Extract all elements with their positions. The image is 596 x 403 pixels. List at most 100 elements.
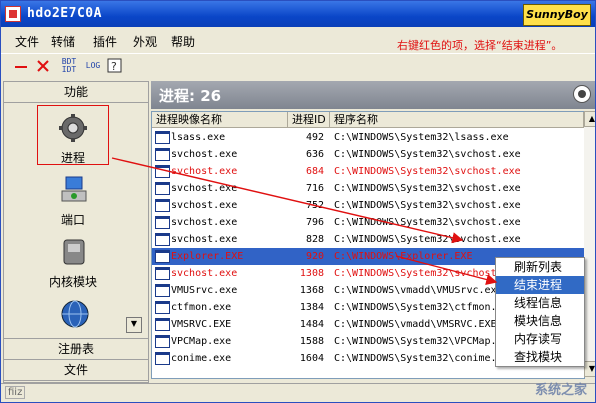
process-icon xyxy=(155,182,170,195)
process-name: svchost.exe xyxy=(171,200,238,211)
function-header: 功能 xyxy=(4,82,148,103)
ctx-module-info[interactable]: 模块信息 xyxy=(496,312,584,330)
process-name: svchost.exe xyxy=(171,166,238,177)
process-icon xyxy=(155,267,170,280)
process-id: 716 xyxy=(305,183,324,194)
process-path: C:\WINDOWS\System32\conime.exe xyxy=(334,353,515,364)
process-path: C:\WINDOWS\System32\lsass.exe xyxy=(334,132,509,143)
process-icon xyxy=(155,131,170,144)
table-row[interactable]: svchost.exe 636 C:\WINDOWS\System32\svchos… xyxy=(152,146,584,163)
process-name: VMSRVC.EXE xyxy=(171,319,232,330)
minimize-icon[interactable] xyxy=(13,58,29,76)
ctx-find-module[interactable]: 查找模块 xyxy=(496,348,584,366)
chip-icon xyxy=(63,239,85,265)
process-id: 796 xyxy=(305,217,324,228)
process-name: lsass.exe xyxy=(171,132,226,143)
process-id: 1368 xyxy=(299,285,324,296)
process-icon xyxy=(155,352,170,365)
process-name: svchost.exe xyxy=(171,268,238,279)
process-id: 636 xyxy=(305,149,324,160)
scroll-down-icon[interactable]: ▼ xyxy=(584,361,595,377)
process-path: C:\WINDOWS\System32\svchost.exe xyxy=(334,217,521,228)
vertical-scrollbar[interactable]: ▲ ▼ xyxy=(584,111,595,377)
table-row[interactable]: lsass.exe 492 C:\WINDOWS\System32\lsass.ex… xyxy=(152,129,584,146)
col-program[interactable]: 程序名称 xyxy=(330,112,584,128)
app-icon xyxy=(5,6,21,22)
process-id: 684 xyxy=(305,166,324,177)
instruction-hint: 右键红色的项，选择“结束进程”。 xyxy=(397,39,563,52)
scroll-down-button[interactable]: ▼ xyxy=(126,317,142,333)
process-icon xyxy=(155,284,170,297)
process-icon xyxy=(155,216,170,229)
process-path: C:\WINDOWS\System32\VPCMap.exe xyxy=(334,336,515,347)
process-id: 1484 xyxy=(299,319,324,330)
process-icon xyxy=(155,233,170,246)
process-icon xyxy=(155,335,170,348)
menu-dump[interactable]: 转储 xyxy=(51,33,75,50)
process-icon xyxy=(155,165,170,178)
status-text: fiiz xyxy=(5,386,26,399)
process-id: 828 xyxy=(305,234,324,245)
process-header: 进程: 26 xyxy=(151,81,595,109)
process-icon xyxy=(155,199,170,212)
ctx-thread-info[interactable]: 线程信息 xyxy=(496,294,584,312)
process-id: 1604 xyxy=(299,353,324,364)
process-count: 进程: 26 xyxy=(159,87,222,105)
highlight-box xyxy=(37,105,109,165)
ctx-refresh[interactable]: 刷新列表 xyxy=(496,258,584,276)
table-row[interactable]: svchost.exe 752 C:\WINDOWS\System32\svchos… xyxy=(152,197,584,214)
process-name: svchost.exe xyxy=(171,217,238,228)
nav-kernel-modules[interactable]: 内核模块 xyxy=(34,233,112,291)
nav-registry[interactable]: 注册表 xyxy=(4,338,148,360)
toolbar: BDT IDT LOG ? xyxy=(1,53,595,80)
process-name: Explorer.EXE xyxy=(171,251,244,262)
network-icon xyxy=(61,176,87,202)
app-window: hdo2E7C0A SunnyBoy 文件 转储 插件 外观 帮助 右键红色的项… xyxy=(0,0,596,403)
globe-icon xyxy=(61,300,89,328)
menu-help[interactable]: 帮助 xyxy=(171,33,195,50)
watermark: 系统之家 xyxy=(534,383,587,398)
ctx-memory-rw[interactable]: 内存读写 xyxy=(496,330,584,348)
menu-appearance[interactable]: 外观 xyxy=(133,33,157,50)
bdt-idt-button[interactable]: BDT IDT xyxy=(59,58,79,76)
nav-ports[interactable]: 端口 xyxy=(34,171,112,229)
col-pid[interactable]: 进程ID xyxy=(288,112,330,128)
nav-files[interactable]: 文件 xyxy=(4,360,148,381)
process-name: VMUSrvc.exe xyxy=(171,285,238,296)
scroll-up-icon[interactable]: ▲ xyxy=(584,111,595,127)
process-name: svchost.exe xyxy=(171,183,238,194)
close-icon[interactable] xyxy=(35,58,51,76)
process-icon xyxy=(155,148,170,161)
process-name: svchost.exe xyxy=(171,149,238,160)
process-path: C:\WINDOWS\Explorer.EXE xyxy=(334,251,473,262)
table-row[interactable]: svchost.exe 796 C:\WINDOWS\System32\svchos… xyxy=(152,214,584,231)
ctx-end-process[interactable]: 结束进程 xyxy=(496,276,584,294)
table-row[interactable]: svchost.exe 828 C:\WINDOWS\System32\svchos… xyxy=(152,231,584,248)
process-path: C:\WINDOWS\System32\svchost.exe xyxy=(334,200,521,211)
process-id: 752 xyxy=(305,200,324,211)
context-menu: 刷新列表 结束进程 线程信息 模块信息 内存读写 查找模块 xyxy=(495,257,585,367)
process-path: C:\WINDOWS\vmadd\VMUSrvc.exe xyxy=(334,285,503,296)
title-bar[interactable]: hdo2E7C0A SunnyBoy xyxy=(1,1,595,27)
menu-file[interactable]: 文件 xyxy=(15,33,39,50)
process-path: C:\WINDOWS\System32\ctfmon.exe xyxy=(334,302,515,313)
process-path: C:\WINDOWS\System32\svchost.exe xyxy=(334,268,521,279)
svg-text:?: ? xyxy=(111,60,117,73)
process-id: 1384 xyxy=(299,302,324,313)
process-path: C:\WINDOWS\vmadd\VMSRVC.EXE xyxy=(334,319,497,330)
process-name: conime.exe xyxy=(171,353,232,364)
menu-plugins[interactable]: 插件 xyxy=(93,33,117,50)
nav-ports-label: 端口 xyxy=(60,213,85,227)
process-path: C:\WINDOWS\System32\svchost.exe xyxy=(334,234,521,245)
log-button[interactable]: LOG xyxy=(83,58,103,76)
process-name: VPCMap.exe xyxy=(171,336,232,347)
col-image-name[interactable]: 进程映像名称 xyxy=(152,112,288,128)
help-icon[interactable]: ? xyxy=(107,58,123,76)
table-row[interactable]: svchost.exe 716 C:\WINDOWS\System32\svchos… xyxy=(152,180,584,197)
process-name: svchost.exe xyxy=(171,234,238,245)
table-row[interactable]: svchost.exe 684 C:\WINDOWS\System32\svchos… xyxy=(152,163,584,180)
process-icon xyxy=(155,250,170,263)
process-name: ctfmon.exe xyxy=(171,302,232,313)
brand-badge[interactable]: SunnyBoy xyxy=(523,4,591,26)
refresh-icon[interactable] xyxy=(573,85,591,103)
